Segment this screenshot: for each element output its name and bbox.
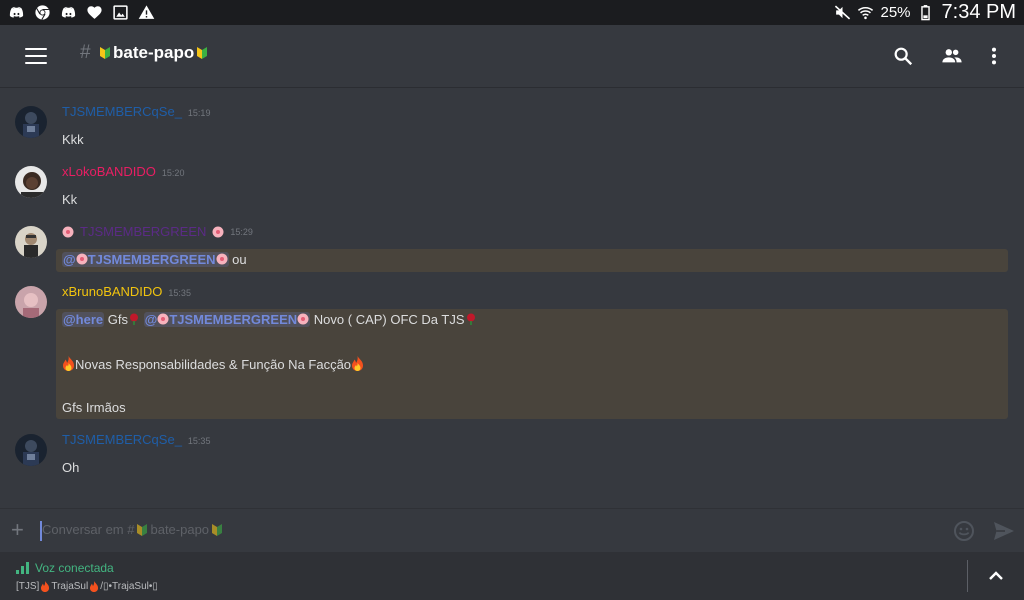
- voice-connection-bar[interactable]: Voz conectada [TJS] TrajaSul /▯•TrajaSul…: [0, 552, 1024, 600]
- message-composer: + Conversar em # bate-papo: [0, 508, 1024, 553]
- avatar[interactable]: [15, 226, 47, 258]
- message-line-1: @here Gfs @ TJSMEMBERGREEN Novo ( CAP) OF…: [62, 312, 477, 327]
- timestamp: 15:20: [161, 168, 185, 178]
- beginner-leaf-icon: [197, 47, 208, 59]
- more-options-icon[interactable]: [981, 43, 1007, 69]
- user-mention[interactable]: @ TJSMEMBERGREEN: [62, 252, 229, 267]
- sakura-emoji-icon: [62, 226, 74, 237]
- sakura-emoji-icon: [216, 253, 228, 265]
- username[interactable]: TJSMEMBERCqSe_: [62, 432, 182, 447]
- channel-title: bate-papo: [99, 43, 208, 63]
- signal-strength-icon: [16, 562, 29, 574]
- send-icon[interactable]: [993, 521, 1015, 541]
- message-text-suffix: ou: [232, 252, 247, 267]
- avatar[interactable]: [15, 286, 47, 318]
- message-text: @ TJSMEMBERGREEN ou: [62, 252, 247, 267]
- chevron-up-icon[interactable]: [987, 567, 1005, 585]
- username[interactable]: xBrunoBANDIDO: [62, 284, 162, 299]
- channel-header: # bate-papo: [0, 25, 1024, 87]
- heart-icon: [86, 4, 103, 21]
- search-icon[interactable]: [890, 43, 916, 69]
- android-status-bar: 25% 7:34 PM: [0, 0, 1024, 25]
- system-icons: 25% 7:34 PM: [834, 1, 1016, 24]
- voice-status-text: Voz conectada: [35, 561, 114, 575]
- message-list[interactable]: TJSMEMBERCqSe_ 15:19 Kkk xLokoBANDIDO 15…: [0, 87, 1024, 507]
- message-line-2: Novas Responsabilidades & Função Na Facç…: [62, 356, 364, 372]
- channel-name: bate-papo: [113, 43, 195, 62]
- add-attachment-icon[interactable]: +: [11, 519, 24, 541]
- beginner-leaf-icon: [100, 47, 110, 59]
- discord-icon: [8, 4, 25, 21]
- rose-emoji-icon: [130, 313, 138, 325]
- fire-emoji-icon: [63, 356, 74, 371]
- username[interactable]: TJSMEMBERGREEN: [80, 224, 206, 239]
- timestamp: 15:19: [187, 108, 211, 118]
- avatar[interactable]: [15, 166, 47, 198]
- timestamp: 15:29: [230, 226, 253, 237]
- rose-emoji-icon: [466, 313, 475, 325]
- emoji-picker-icon[interactable]: [953, 520, 975, 542]
- clock: 7:34 PM: [941, 1, 1016, 23]
- input-placeholder: Conversar em #: [42, 522, 135, 537]
- username[interactable]: xLokoBANDIDO: [62, 164, 156, 179]
- sakura-emoji-icon: [212, 226, 224, 237]
- timestamp: 15:35: [168, 288, 191, 298]
- message-header: TJSMEMBERCqSe_ 15:35: [62, 432, 210, 447]
- avatar[interactable]: [15, 106, 47, 138]
- discord-icon: [60, 4, 77, 21]
- menu-icon[interactable]: [25, 48, 47, 64]
- message-text: Novas Responsabilidades & Função Na Facç…: [75, 357, 352, 372]
- notification-icons: [8, 4, 155, 21]
- sakura-emoji-icon: [157, 313, 169, 325]
- image-icon: [112, 4, 129, 21]
- message-line-3: Gfs Irmãos: [62, 400, 126, 415]
- sakura-emoji-icon: [76, 253, 88, 265]
- members-icon[interactable]: [939, 43, 965, 69]
- fire-emoji-icon: [352, 356, 364, 371]
- message-text: Gfs: [107, 312, 128, 327]
- message-input[interactable]: Conversar em # bate-papo: [42, 522, 223, 537]
- beginner-leaf-icon: [212, 523, 223, 536]
- battery-percent: 25%: [880, 4, 911, 21]
- here-mention[interactable]: @here: [62, 312, 105, 327]
- message-text: Kkk: [62, 132, 84, 147]
- fire-emoji-icon: [41, 581, 50, 592]
- fire-emoji-icon: [90, 581, 99, 592]
- message-header: TJSMEMBERGREEN 15:29: [62, 224, 253, 239]
- timestamp: 15:35: [187, 436, 211, 446]
- channel-hash-icon: #: [80, 42, 91, 63]
- username[interactable]: TJSMEMBERCqSe_: [62, 104, 182, 119]
- warning-icon: [138, 4, 155, 21]
- message-text: Novo ( CAP) OFC Da TJS: [313, 312, 465, 327]
- user-mention[interactable]: @ TJSMEMBERGREEN: [143, 312, 311, 327]
- voice-status: Voz conectada: [16, 561, 114, 575]
- message-header: xBrunoBANDIDO 15:35: [62, 284, 191, 299]
- wifi-icon: [857, 4, 874, 21]
- mute-icon: [834, 4, 851, 21]
- sakura-emoji-icon: [297, 313, 309, 325]
- chrome-icon: [34, 4, 51, 21]
- message-text: Kk: [62, 192, 78, 207]
- avatar[interactable]: [15, 434, 47, 466]
- voice-channel-name: [TJS] TrajaSul /▯•TrajaSul•▯: [16, 581, 158, 592]
- battery-icon: [917, 4, 934, 21]
- message-header: TJSMEMBERCqSe_ 15:19: [62, 104, 210, 119]
- beginner-leaf-icon: [137, 523, 148, 536]
- divider: [967, 560, 968, 592]
- message-header: xLokoBANDIDO 15:20: [62, 164, 184, 179]
- message-text: Oh: [62, 460, 80, 475]
- input-placeholder-channel: bate-papo: [150, 522, 210, 537]
